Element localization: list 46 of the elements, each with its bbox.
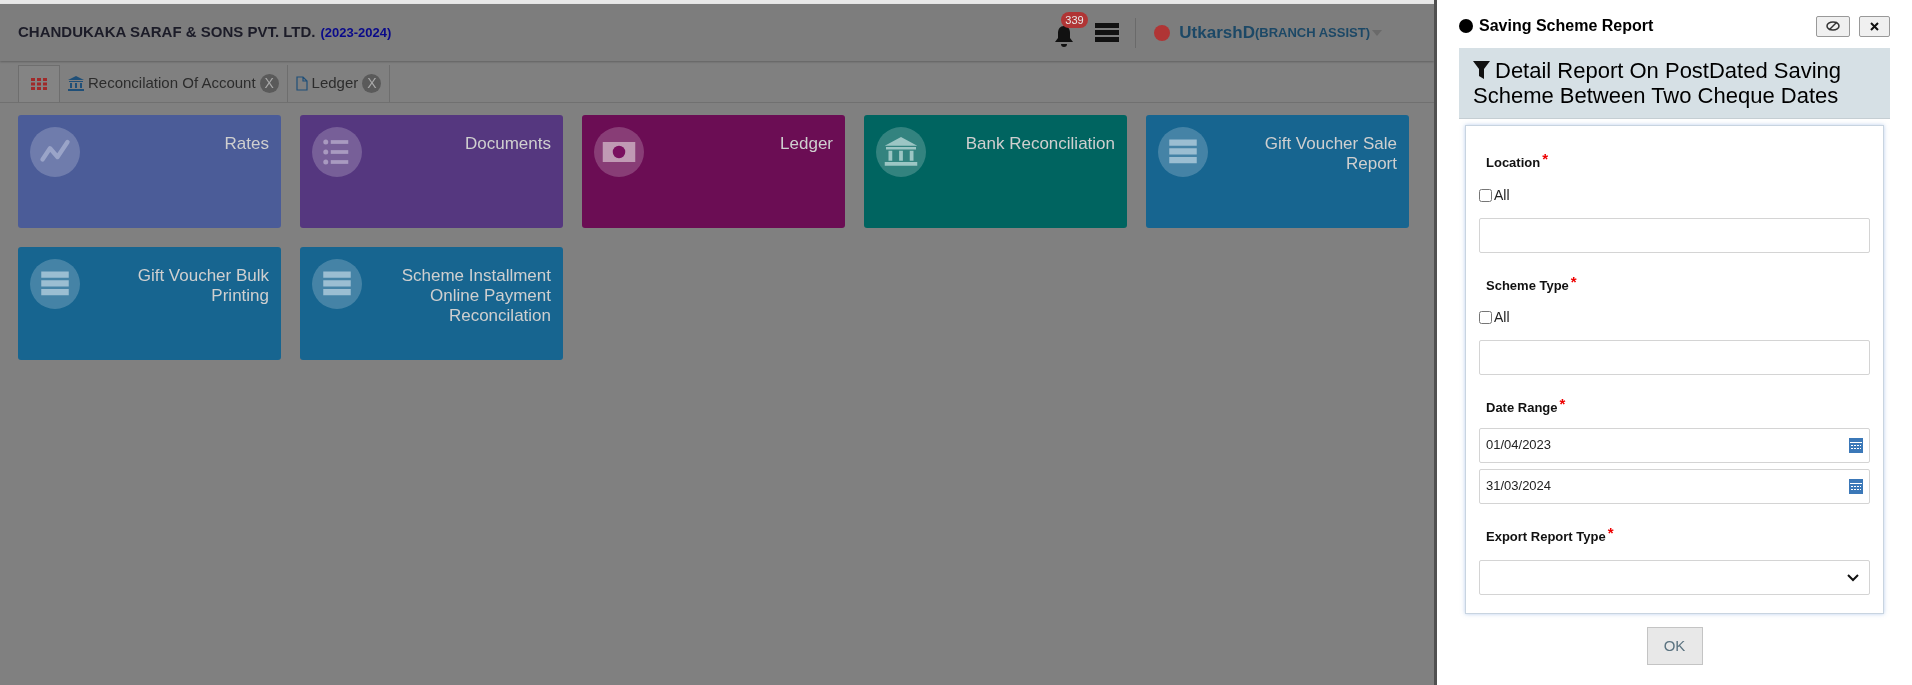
money-icon — [594, 127, 644, 177]
calendar-icon[interactable] — [1849, 478, 1863, 494]
menu-tile[interactable]: Ledger — [582, 115, 845, 228]
grid-icon — [31, 78, 47, 90]
chart-icon — [30, 127, 80, 177]
checkbox[interactable] — [1479, 311, 1492, 324]
tab[interactable]: Reconcilation Of Account X — [60, 65, 288, 102]
menu-tile[interactable]: Scheme Installment Online Payment Reconcilation — [300, 247, 563, 360]
date-field[interactable]: 31/03/2024 — [1479, 468, 1870, 504]
company-name: CHANDUKAKA SARAF & SONS PVT. LTD. — [18, 22, 316, 43]
hide-button[interactable] — [1816, 15, 1850, 37]
select-field[interactable] — [1479, 560, 1870, 595]
server-icon — [1158, 127, 1208, 177]
bank-icon — [876, 127, 926, 177]
tab[interactable]: Ledger X — [287, 65, 391, 102]
menu-tile[interactable]: Gift Voucher Sale Report — [1146, 115, 1409, 228]
user-name[interactable]: UtkarshD — [1179, 19, 1255, 46]
checkbox[interactable] — [1479, 188, 1492, 202]
input-field[interactable] — [1479, 217, 1870, 253]
calendar-icon[interactable] — [1849, 437, 1863, 453]
list-icon — [312, 127, 362, 177]
server-icon — [312, 259, 362, 309]
menu-tile[interactable]: Rates — [18, 115, 281, 228]
bell-icon[interactable] — [1053, 23, 1076, 48]
menu-tile[interactable]: Documents — [300, 115, 563, 228]
date-field[interactable]: 01/04/2023 — [1479, 427, 1870, 463]
input-field[interactable] — [1479, 340, 1870, 375]
bank-icon — [68, 76, 84, 91]
financial-year: (2023-2024) — [320, 23, 392, 42]
server-icon[interactable] — [1095, 22, 1120, 43]
filter-icon — [1473, 61, 1490, 79]
user-role: (BRANCH ASSIST) — [1254, 23, 1370, 42]
chevron-down-icon — [1847, 573, 1859, 582]
tab-close-button[interactable]: X — [259, 74, 279, 93]
menu-tile[interactable]: Gift Voucher Bulk Printing — [18, 247, 281, 360]
tab-close-button[interactable]: X — [362, 74, 382, 93]
panel-title: Saving Scheme Report — [1479, 16, 1654, 36]
server-icon — [30, 259, 80, 309]
close-button[interactable] — [1859, 15, 1890, 37]
checkbox-label: All — [1494, 185, 1510, 205]
menu-tile[interactable]: Bank Reconciliation — [864, 115, 1127, 228]
document-icon — [295, 76, 308, 91]
checkbox-label: All — [1494, 308, 1510, 327]
notification-badge: 339 — [1061, 11, 1088, 28]
close-icon — [1870, 21, 1879, 31]
report-heading: Detail Report On PostDated Saving Scheme Between Two Cheque Dates — [1473, 58, 1843, 108]
